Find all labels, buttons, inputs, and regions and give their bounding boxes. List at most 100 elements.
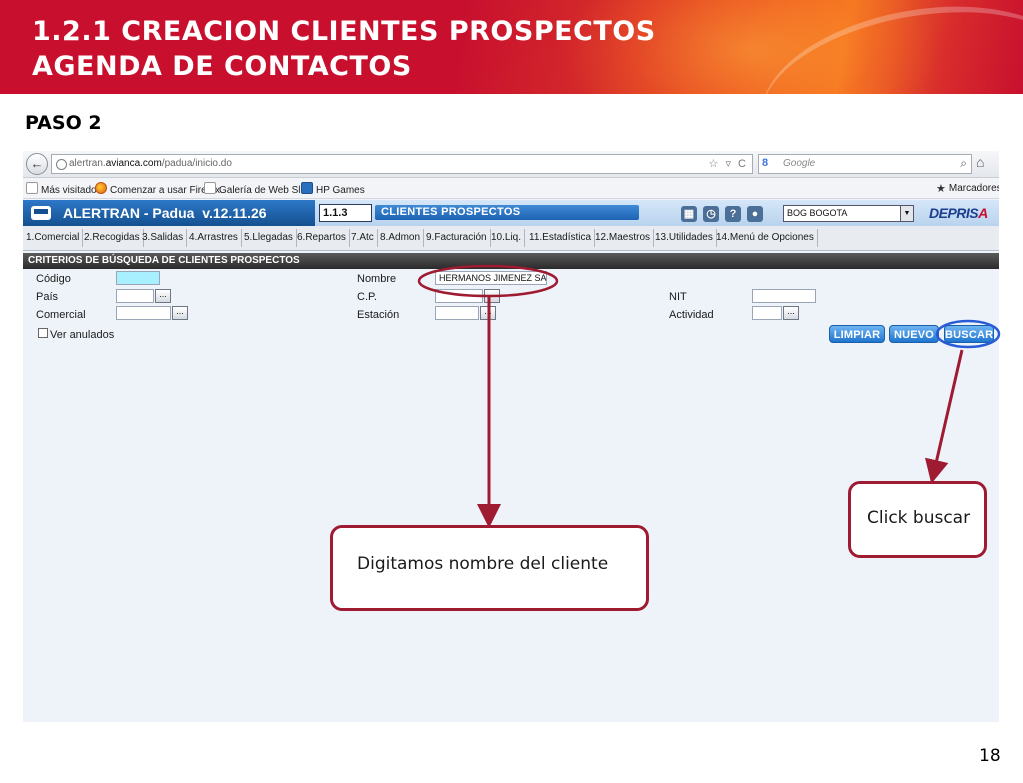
back-button[interactable]: ←	[26, 153, 48, 175]
comercial-lookup-button[interactable]: ...	[172, 306, 188, 320]
globe-icon	[56, 159, 67, 170]
bookmark-web-slice[interactable]: Galería de Web Slice	[204, 182, 313, 196]
pais-input[interactable]	[116, 289, 154, 303]
help-icon[interactable]: ?	[725, 206, 741, 222]
bookmark-getting-started[interactable]: Comenzar a usar Firefox	[95, 182, 220, 196]
actividad-label: Actividad	[669, 309, 714, 321]
ver-anulados-checkbox[interactable]	[38, 328, 48, 338]
slide-title-line1: 1.2.1 CREACION CLIENTES PROSPECTOS	[32, 16, 656, 47]
menu-liq[interactable]: 10.Liq.	[488, 229, 526, 247]
pais-label: País	[36, 291, 59, 303]
cp-lookup-button[interactable]: ...	[484, 289, 500, 303]
home-icon[interactable]: ⌂	[976, 154, 984, 170]
slide-title-banner: 1.2.1 CREACION CLIENTES PROSPECTOS AGEND…	[0, 0, 1023, 94]
module-title: CLIENTES PROSPECTOS	[375, 205, 639, 220]
estacion-label: Estación	[357, 309, 400, 321]
chevron-down-icon[interactable]: ▼	[900, 206, 913, 221]
address-url: alertran.avianca.com/padua/inicio.do	[69, 158, 232, 169]
codigo-input[interactable]	[116, 271, 160, 285]
clock-icon[interactable]: ◷	[703, 206, 719, 222]
estacion-lookup-button[interactable]: ...	[480, 306, 496, 320]
hp-icon	[301, 182, 313, 194]
menu-repartos[interactable]: 6.Repartos	[294, 229, 350, 247]
browser-navigation-bar: ← alertran.avianca.com/padua/inicio.do ☆…	[23, 151, 999, 178]
callout-search: Click buscar	[848, 481, 987, 558]
bookmarks-menu[interactable]: ★ Marcadores	[936, 182, 999, 195]
step-label: PASO 2	[25, 112, 102, 134]
search-placeholder: Google	[783, 158, 816, 169]
menu-utilidades[interactable]: 13.Utilidades	[652, 229, 717, 247]
page-number: 18	[979, 746, 1001, 766]
bookmark-hp-games[interactable]: HP Games	[301, 182, 365, 196]
app-screenshot: ← alertran.avianca.com/padua/inicio.do ☆…	[23, 151, 999, 722]
bookmark-icon	[26, 182, 38, 194]
nombre-label: Nombre	[357, 273, 397, 285]
search-icon[interactable]: ⌕	[960, 156, 967, 171]
cp-input[interactable]	[435, 289, 483, 303]
search-box[interactable]: 8 Google ⌕	[758, 154, 972, 174]
buscar-button[interactable]: BUSCAR	[944, 325, 994, 343]
app-name: ALERTRAN - Padua v.12.11.26	[63, 205, 267, 221]
google-icon: 8	[762, 157, 769, 169]
ver-anulados-label: Ver anulados	[50, 329, 115, 341]
address-bar[interactable]: alertran.avianca.com/padua/inicio.do ☆ ▿…	[51, 154, 753, 174]
section-title-bar: CRITERIOS DE BÚSQUEDA DE CLIENTES PROSPE…	[23, 253, 999, 269]
app-header: ALERTRAN - Padua v.12.11.26 1.1.3 CLIENT…	[23, 200, 999, 227]
nuevo-button[interactable]: NUEVO	[889, 325, 939, 343]
city-select[interactable]: BOG BOGOTA ▼	[783, 205, 914, 222]
menu-opciones[interactable]: 14.Menú de Opciones	[713, 229, 818, 247]
bookmarks-menu-label: Marcadores	[948, 183, 999, 194]
app-name-bar: ALERTRAN - Padua v.12.11.26	[23, 200, 315, 226]
url-path: /padua/inicio.do	[161, 158, 232, 169]
menu-recogidas[interactable]: 2.Recogidas	[81, 229, 144, 247]
calendar-icon[interactable]: ▦	[681, 206, 697, 222]
menu-maestros[interactable]: 12.Maestros	[592, 229, 655, 247]
comercial-input[interactable]	[116, 306, 171, 320]
bookmarks-toolbar: Más visitados Comenzar a usar Firefox Ga…	[23, 178, 999, 199]
actividad-lookup-button[interactable]: ...	[783, 306, 799, 320]
menu-comercial[interactable]: 1.Comercial	[23, 229, 84, 247]
actividad-input[interactable]	[752, 306, 782, 320]
city-select-value: BOG BOGOTA	[787, 208, 848, 218]
deprisa-logo: DEPRISA	[929, 205, 988, 221]
limpiar-button[interactable]: LIMPIAR	[829, 325, 885, 343]
bookmark-label: Más visitados	[41, 185, 102, 196]
slide-title-line2: AGENDA DE CONTACTOS	[32, 51, 412, 82]
bookmark-label: HP Games	[316, 185, 365, 196]
nit-input[interactable]	[752, 289, 816, 303]
back-arrow-icon: ←	[30, 156, 44, 171]
menu-facturacion[interactable]: 9.Facturación	[423, 229, 491, 247]
toolbar-icons: ▦ ◷? ●	[681, 204, 769, 222]
page-icon	[204, 182, 216, 194]
estacion-input[interactable]	[435, 306, 479, 320]
nit-label: NIT	[669, 291, 687, 303]
main-menu: 1.Comercial 2.Recogidas 3.Salidas 4.Arra…	[23, 226, 999, 251]
cp-label: C.P.	[357, 291, 377, 303]
callout-name: Digitamos nombre del cliente	[330, 525, 649, 611]
pais-lookup-button[interactable]: ...	[155, 289, 171, 303]
menu-arrastres[interactable]: 4.Arrastres	[186, 229, 242, 247]
star-icon: ★	[936, 183, 946, 195]
callout-search-text: Click buscar	[867, 508, 971, 528]
user-icon[interactable]: ●	[747, 206, 763, 222]
menu-admon[interactable]: 8.Admon	[377, 229, 425, 247]
bookmark-most-visited[interactable]: Más visitados	[26, 182, 102, 196]
codigo-label: Código	[36, 273, 71, 285]
logo-text-accent: A	[978, 205, 988, 221]
menu-atc[interactable]: 7.Atc	[348, 229, 378, 247]
firefox-icon	[95, 182, 107, 194]
slide-title: 1.2.1 CREACION CLIENTES PROSPECTOS AGEND…	[32, 14, 656, 84]
nombre-input[interactable]: HERMANOS JIMENEZ SA	[435, 271, 547, 285]
menu-salidas[interactable]: 3.Salidas	[139, 229, 188, 247]
logo-text: DEPRIS	[929, 205, 979, 221]
comercial-label: Comercial	[36, 309, 86, 321]
bookmark-label: Galería de Web Slice	[219, 185, 314, 196]
menu-llegadas[interactable]: 5.Llegadas	[241, 229, 297, 247]
callout-name-text: Digitamos nombre del cliente	[357, 554, 609, 574]
transaction-code-field[interactable]: 1.1.3	[319, 204, 372, 222]
url-domain: avianca.com	[105, 158, 162, 169]
address-bar-icons[interactable]: ☆ ▿ C	[709, 157, 748, 170]
menu-estadistica[interactable]: 11.Estadística	[526, 229, 596, 247]
url-prefix: alertran.	[69, 158, 106, 169]
truck-icon	[31, 206, 51, 220]
